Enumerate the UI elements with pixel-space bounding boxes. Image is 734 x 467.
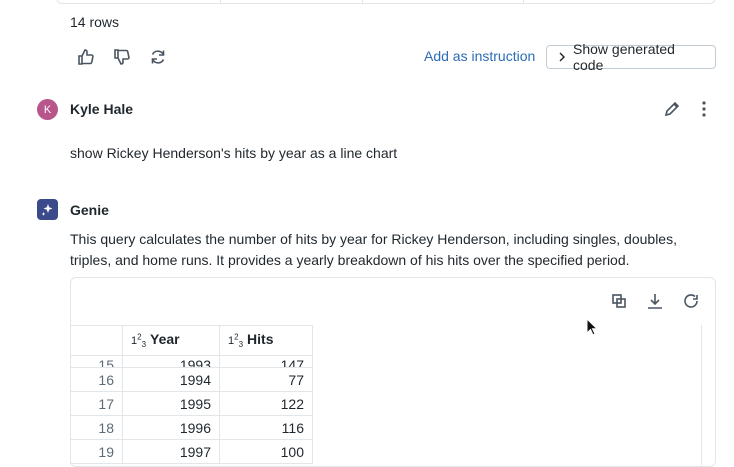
- cell-hits: 147: [219, 355, 313, 368]
- show-code-label: Show generated code: [573, 41, 675, 73]
- download-icon[interactable]: [643, 289, 667, 313]
- cell-year: 1997: [122, 439, 220, 464]
- table-row: 16 1994 77: [70, 367, 313, 392]
- table-header-row: 123 Year 123 Hits: [70, 325, 313, 356]
- cell-hits: 100: [219, 439, 313, 464]
- row-index: 18: [70, 415, 123, 440]
- genie-sparkle-icon: [37, 199, 58, 220]
- cell-hits: 77: [219, 367, 313, 392]
- thumbs-down-icon[interactable]: [110, 45, 134, 69]
- cell-hits: 122: [219, 391, 313, 416]
- thumbs-up-icon[interactable]: [74, 45, 98, 69]
- table-row: 17 1995 122: [70, 391, 313, 416]
- mouse-cursor-icon: [586, 317, 599, 341]
- previous-table-bottom: [56, 0, 716, 4]
- cell-year: 1995: [122, 391, 220, 416]
- results-table: 123 Year 123 Hits 15 1993 147 16 1994 77 1…: [70, 325, 313, 464]
- copy-icon[interactable]: [607, 289, 631, 313]
- more-options-icon[interactable]: [692, 97, 716, 121]
- index-header: [70, 325, 123, 356]
- refresh-results-icon[interactable]: [679, 289, 703, 313]
- cell-year: 1993: [122, 355, 220, 368]
- edit-pencil-icon[interactable]: [660, 97, 684, 121]
- column-header-hits[interactable]: 123 Hits: [219, 325, 313, 356]
- user-message-text: show Rickey Henderson's hits by year as …: [70, 145, 398, 161]
- cell-year: 1994: [122, 367, 220, 392]
- row-index: 19: [70, 439, 123, 464]
- user-name: Kyle Hale: [70, 101, 134, 117]
- add-as-instruction-link[interactable]: Add as instruction: [424, 48, 535, 64]
- numeric-type-icon: 123: [131, 332, 147, 350]
- user-avatar: K: [37, 99, 58, 120]
- genie-name: Genie: [70, 202, 109, 218]
- numeric-type-icon: 123: [228, 332, 244, 350]
- cell-hits: 116: [219, 415, 313, 440]
- show-generated-code-button[interactable]: Show generated code: [546, 41, 716, 73]
- row-index: 15: [70, 355, 123, 368]
- cell-year: 1996: [122, 415, 220, 440]
- table-row: 19 1997 100: [70, 439, 313, 464]
- refresh-icon[interactable]: [146, 45, 170, 69]
- chevron-right-icon: [557, 49, 567, 65]
- table-scroll-divider: [701, 325, 702, 465]
- row-index: 17: [70, 391, 123, 416]
- row-index: 16: [70, 367, 123, 392]
- table-row: 18 1996 116: [70, 415, 313, 440]
- table-row: 15 1993 147: [70, 355, 313, 368]
- genie-description: This query calculates the number of hits…: [70, 231, 677, 268]
- column-header-year[interactable]: 123 Year: [122, 325, 220, 356]
- row-count: 14 rows: [70, 14, 120, 30]
